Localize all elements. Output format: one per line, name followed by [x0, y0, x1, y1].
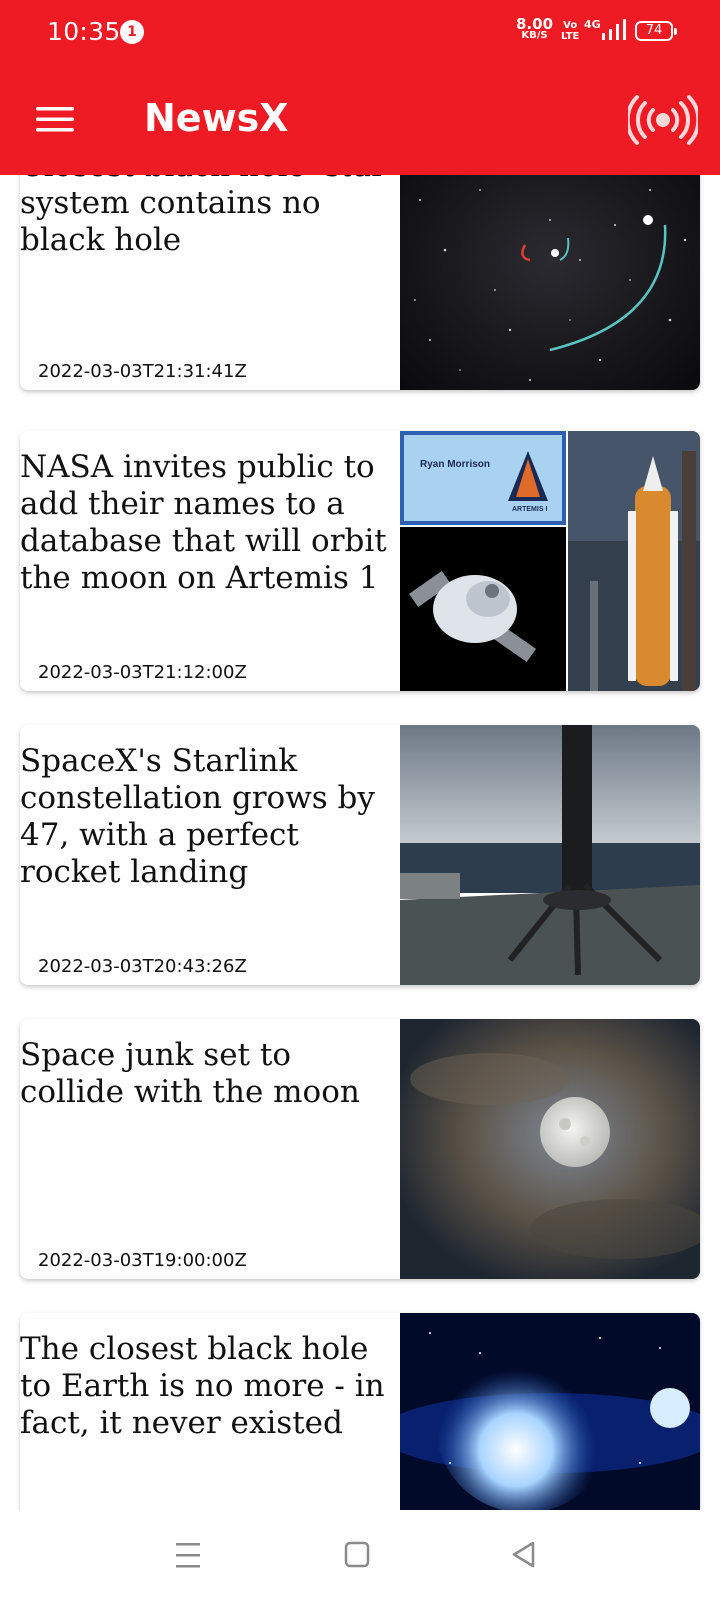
article-date: 2022-03-03T21:31:41Z: [38, 361, 247, 382]
home-icon: [344, 1541, 370, 1568]
article-title: The closest black hole to Earth is no mo…: [20, 1331, 385, 1441]
battery-indicator: 74: [635, 21, 677, 41]
article-card[interactable]: SpaceX's Starlink constellation grows by…: [20, 725, 700, 985]
artemis-collage-image: Ryan Morrison ARTEMIS I: [400, 431, 700, 691]
broadcast-icon: [625, 95, 701, 145]
speed-unit: KB/S: [521, 30, 548, 41]
menu-button[interactable]: [30, 100, 78, 140]
back-icon: [512, 1541, 535, 1568]
rocket-landing-image: [400, 725, 700, 985]
recents-icon: [176, 1543, 200, 1568]
app-header: 10:35 1 8.00 KB/S Vo LTE 4G 74 NewsX: [0, 0, 720, 175]
pass-name: Ryan Morrison: [420, 459, 490, 470]
moon-clouds-image: [400, 1019, 700, 1279]
speed-value: 8.00: [516, 15, 554, 33]
volte-bottom: LTE: [561, 31, 580, 42]
notification-badge: 1: [120, 20, 144, 44]
volte-indicator: Vo LTE: [561, 20, 579, 42]
article-date: 2022-03-03T19:00:00Z: [38, 1250, 247, 1271]
article-title: Space junk set to collide with the moon: [20, 1037, 360, 1110]
home-button[interactable]: [337, 1538, 377, 1572]
article-date: 2022-03-03T20:43:26Z: [38, 956, 247, 977]
volte-top: Vo: [563, 20, 578, 31]
network-type: 4G: [584, 18, 601, 31]
back-button[interactable]: [505, 1538, 545, 1572]
app-title: NewsX: [144, 96, 289, 140]
black-hole-orbit-image: [400, 175, 700, 390]
article-title: Closest black hole 'star system contains…: [20, 175, 386, 258]
recents-button[interactable]: [168, 1538, 208, 1572]
article-title: NASA invites public to add their names t…: [20, 449, 387, 596]
article-date: 2022-03-03T21:12:00Z: [38, 662, 247, 683]
status-time: 10:35: [47, 17, 121, 46]
system-nav-bar: [0, 1510, 720, 1600]
article-card[interactable]: Space junk set to collide with the moon …: [20, 1019, 700, 1279]
article-title: SpaceX's Starlink constellation grows by…: [20, 743, 375, 890]
news-feed[interactable]: Closest black hole 'star system contains…: [0, 175, 720, 1510]
signal-icon: [602, 19, 626, 40]
network-speed: 8.00 KB/S: [516, 15, 554, 42]
article-card[interactable]: NASA invites public to add their names t…: [20, 431, 700, 691]
stars-image: [400, 1313, 700, 1510]
article-card[interactable]: The closest black hole to Earth is no mo…: [20, 1313, 700, 1510]
pass-mission: ARTEMIS I: [512, 506, 547, 513]
article-card[interactable]: Closest black hole 'star system contains…: [20, 175, 700, 390]
live-button[interactable]: [625, 95, 701, 145]
hamburger-menu-icon: [36, 107, 74, 132]
